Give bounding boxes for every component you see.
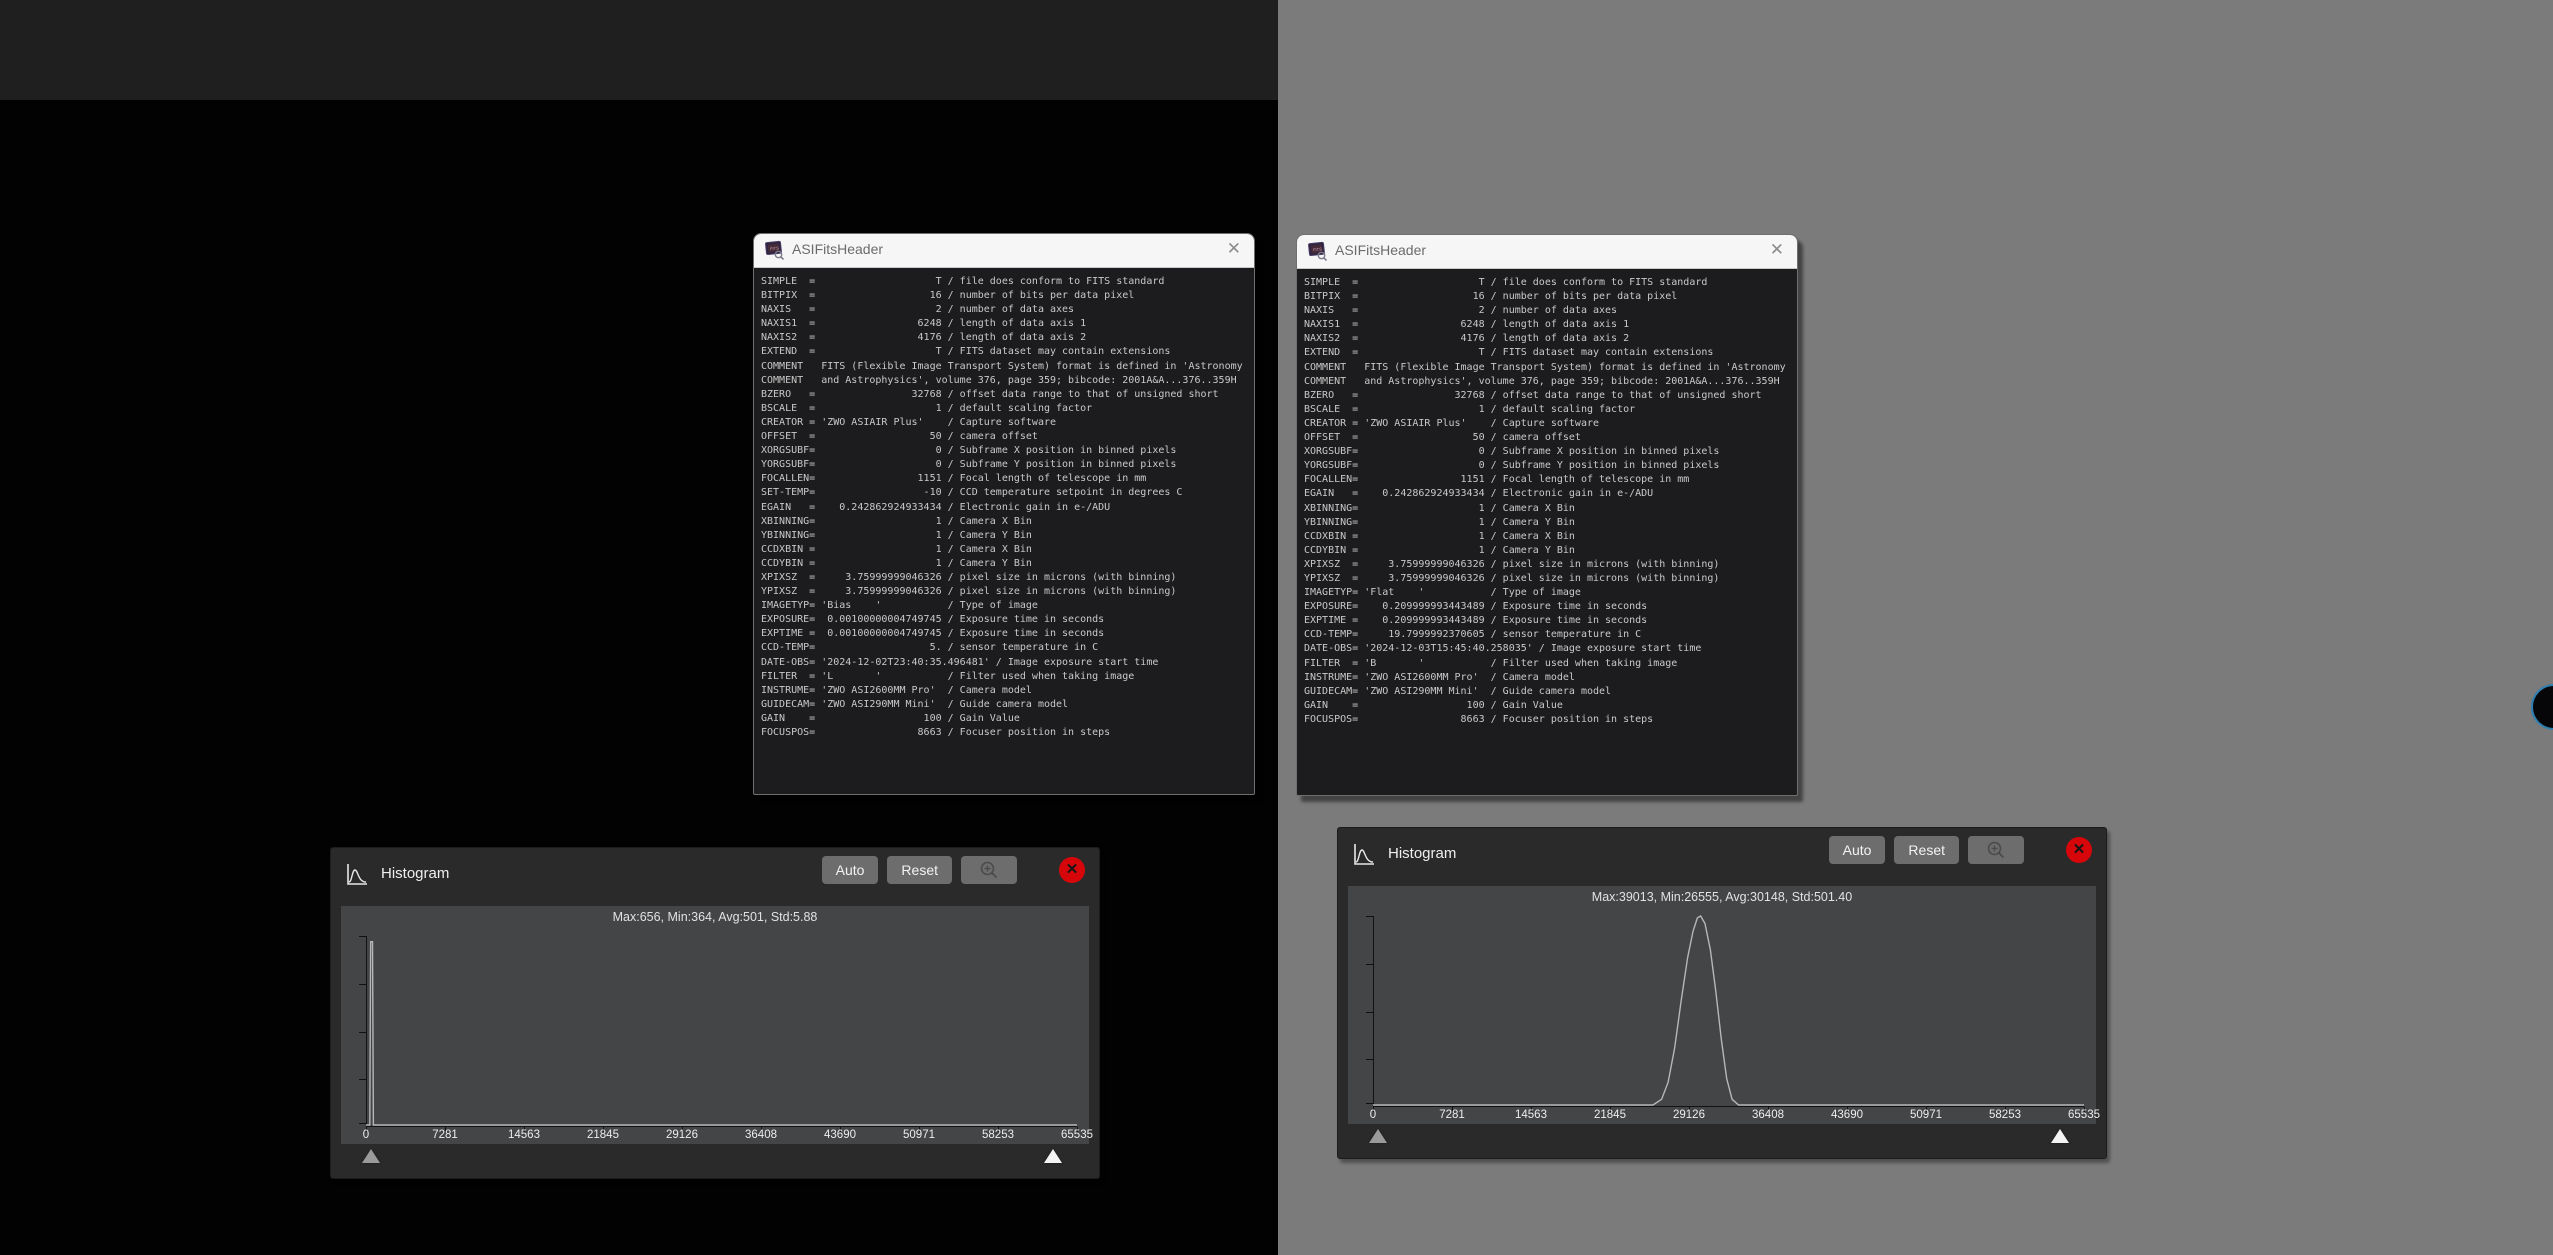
histogram-toolbar: Auto Reset ✕ bbox=[813, 856, 1085, 884]
window-title: Histogram bbox=[381, 865, 450, 882]
reset-button[interactable]: Reset bbox=[887, 856, 952, 884]
stats-readout: Max:656, Min:364, Avg:501, Std:5.88 bbox=[612, 910, 818, 924]
x-axis-label: 14563 bbox=[1514, 1109, 1547, 1121]
histogram-window-bias: Histogram Auto Reset ✕ Max:656, Min:364,… bbox=[330, 847, 1100, 1179]
y-axis-tick bbox=[359, 936, 366, 937]
window-title: ASIFitsHeader bbox=[792, 241, 884, 257]
x-axis-label: 29126 bbox=[665, 1129, 698, 1141]
x-axis-label: 43690 bbox=[824, 1129, 856, 1141]
auto-button[interactable]: Auto bbox=[821, 856, 879, 884]
x-axis-label: 50971 bbox=[903, 1129, 935, 1141]
black-point-slider[interactable] bbox=[362, 1149, 380, 1163]
white-point-slider[interactable] bbox=[2051, 1129, 2069, 1143]
histogram-plot-panel: Max:39013, Min:26555, Avg:30148, Std:501… bbox=[1348, 886, 2100, 1124]
y-axis-tick bbox=[359, 1079, 366, 1081]
fits-file-icon: FITS bbox=[1308, 241, 1328, 261]
plot-area bbox=[1366, 916, 2085, 1112]
close-button[interactable]: ✕ bbox=[2066, 837, 2092, 863]
x-axis-label: 7281 bbox=[432, 1129, 458, 1141]
x-axis-label: 21845 bbox=[586, 1129, 619, 1141]
x-axis-label: 21845 bbox=[1593, 1109, 1626, 1121]
svg-text:FITS: FITS bbox=[770, 245, 779, 251]
x-axis-label: 50971 bbox=[1910, 1109, 1942, 1121]
histogram-window-flat: Histogram Auto Reset ✕ Max:39013, Min:26… bbox=[1337, 827, 2107, 1159]
close-button[interactable]: ✕ bbox=[1059, 857, 1085, 883]
fits-header-text: SIMPLE = T / file does conform to FITS s… bbox=[1304, 277, 1786, 725]
x-axis-label: 65535 bbox=[1061, 1129, 1093, 1141]
zoom-button[interactable] bbox=[961, 856, 1017, 884]
y-axis-tick bbox=[359, 983, 366, 985]
magnifier-plus-icon bbox=[1987, 841, 2005, 859]
histogram-curve bbox=[1373, 916, 2084, 1105]
fits-file-icon: FITS bbox=[765, 240, 785, 260]
stats-readout: Max:39013, Min:26555, Avg:30148, Std:501… bbox=[1591, 890, 1853, 904]
fits-window-titlebar[interactable]: FITS ASIFitsHeader ✕ bbox=[754, 234, 1254, 268]
y-axis-tick bbox=[1366, 916, 1373, 917]
x-axis-label: 0 bbox=[1369, 1109, 1377, 1121]
histogram-icon bbox=[1354, 844, 1374, 865]
black-point-slider[interactable] bbox=[1369, 1129, 1387, 1143]
x-axis-label: 58253 bbox=[1989, 1109, 2021, 1121]
white-point-slider[interactable] bbox=[1044, 1149, 1062, 1163]
x-axis-label: 65535 bbox=[2068, 1109, 2100, 1121]
x-axis-labels: 0 7281 14563 21845 29126 36408 43690 509… bbox=[362, 1128, 1093, 1144]
x-axis-label: 14563 bbox=[507, 1129, 540, 1141]
close-icon[interactable]: ✕ bbox=[1770, 240, 1784, 260]
y-axis-tick bbox=[1366, 1011, 1373, 1013]
x-axis-label: 58253 bbox=[982, 1129, 1014, 1141]
x-axis-label: 43690 bbox=[1831, 1109, 1863, 1121]
magnifier-plus-icon bbox=[980, 861, 998, 879]
y-axis-tick bbox=[359, 1031, 366, 1033]
x-axis-label: 36408 bbox=[745, 1129, 777, 1141]
window-title: Histogram bbox=[1388, 845, 1457, 862]
auto-button[interactable]: Auto bbox=[1828, 836, 1886, 864]
reset-button[interactable]: Reset bbox=[1894, 836, 1959, 864]
window-title: ASIFitsHeader bbox=[1335, 242, 1427, 258]
svg-text:FITS: FITS bbox=[1313, 246, 1322, 252]
histogram-toolbar: Auto Reset ✕ bbox=[1820, 836, 2092, 864]
histogram-plot-panel: Max:656, Min:364, Avg:501, Std:5.88 0 72… bbox=[341, 906, 1093, 1144]
plot-area bbox=[359, 936, 1078, 1132]
desktop: FITS ASIFitsHeader ✕ SIMPLE = T / file d… bbox=[0, 0, 2553, 1255]
y-axis-tick bbox=[359, 1123, 366, 1125]
x-axis-label: 36408 bbox=[1752, 1109, 1784, 1121]
histogram-curve bbox=[366, 936, 1077, 1125]
close-icon[interactable]: ✕ bbox=[1227, 239, 1241, 259]
fits-header-window-bias: FITS ASIFitsHeader ✕ SIMPLE = T / file d… bbox=[753, 233, 1255, 795]
x-axis-labels: 0 7281 14563 21845 29126 36408 43690 509… bbox=[1369, 1108, 2100, 1124]
y-axis-tick bbox=[1366, 1103, 1373, 1105]
fits-header-window-flat: FITS ASIFitsHeader ✕ SIMPLE = T / file d… bbox=[1296, 234, 1798, 796]
x-axis-label: 7281 bbox=[1439, 1109, 1465, 1121]
x-axis-label: 0 bbox=[362, 1129, 370, 1141]
fits-header-text: SIMPLE = T / file does conform to FITS s… bbox=[761, 276, 1243, 738]
y-axis-tick bbox=[1366, 963, 1373, 965]
x-axis-label: 29126 bbox=[1672, 1109, 1705, 1121]
zoom-button[interactable] bbox=[1968, 836, 2024, 864]
y-axis-tick bbox=[1366, 1059, 1373, 1061]
image-canvas-dark-top-strip bbox=[0, 0, 1278, 100]
fits-window-titlebar[interactable]: FITS ASIFitsHeader ✕ bbox=[1297, 235, 1797, 269]
histogram-icon bbox=[347, 864, 367, 885]
